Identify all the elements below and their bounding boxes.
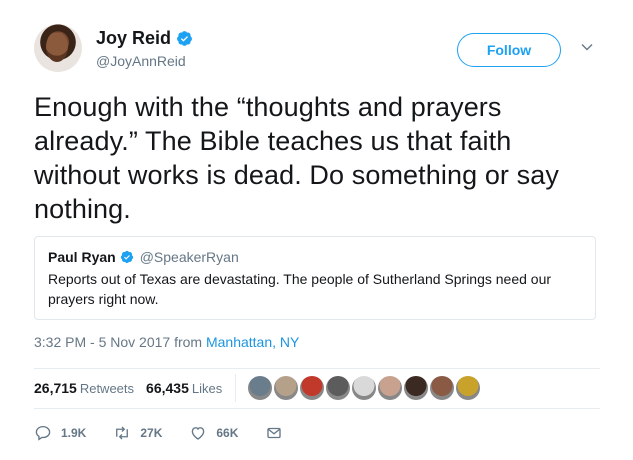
retweet-count: 27K xyxy=(140,426,163,440)
tweet-actions: 1.9K 27K 66K xyxy=(34,424,310,442)
liker-avatar[interactable] xyxy=(248,376,273,400)
quoted-tweet-text: Reports out of Texas are devastating. Th… xyxy=(48,271,552,307)
author-handle[interactable]: @JoyAnnReid xyxy=(96,53,186,69)
liker-avatar[interactable] xyxy=(430,376,455,400)
liker-avatar[interactable] xyxy=(326,376,351,400)
tweet-timestamp: 3:32 PM - 5 Nov 2017 from Manhattan, NY xyxy=(34,334,299,350)
like-count: 66K xyxy=(216,426,239,440)
timestamp-text[interactable]: 3:32 PM - 5 Nov 2017 from xyxy=(34,334,206,350)
verified-badge-icon xyxy=(177,31,192,46)
retweets-stat[interactable]: 26,715 Retweets xyxy=(34,380,134,396)
heart-icon xyxy=(192,427,205,440)
follow-button[interactable]: Follow xyxy=(457,33,561,67)
retweet-icon xyxy=(116,426,129,440)
quoted-author-handle: @SpeakerRyan xyxy=(139,249,239,265)
liker-avatar[interactable] xyxy=(404,376,429,400)
envelope-icon xyxy=(267,427,282,439)
liker-avatar[interactable] xyxy=(300,376,325,400)
quoted-author-name: Paul Ryan xyxy=(48,249,116,265)
divider xyxy=(34,408,600,409)
tweet-text: Enough with the “thoughts and prayers al… xyxy=(34,92,559,224)
reply-icon xyxy=(35,425,51,441)
quoted-tweet-header: Paul Ryan @SpeakerRyan xyxy=(48,249,583,265)
reply-count: 1.9K xyxy=(61,426,87,440)
quoted-tweet[interactable]: Paul Ryan @SpeakerRyan Reports out of Te… xyxy=(34,236,596,320)
likes-stat[interactable]: 66,435 Likes xyxy=(146,380,222,396)
author-display-name[interactable]: Joy Reid xyxy=(96,28,171,49)
retweets-count: 26,715 xyxy=(34,380,77,396)
like-button[interactable]: 66K xyxy=(189,424,238,442)
likes-label: Likes xyxy=(191,381,223,396)
retweets-label: Retweets xyxy=(79,381,135,396)
reply-button[interactable]: 1.9K xyxy=(34,424,86,442)
tweet-header: Joy Reid @JoyAnnReid Follow xyxy=(34,24,600,78)
liker-avatar[interactable] xyxy=(352,376,377,400)
liker-avatars xyxy=(248,376,481,400)
retweet-button[interactable]: 27K xyxy=(113,424,162,442)
author-name-row: Joy Reid xyxy=(96,28,193,49)
likes-count: 66,435 xyxy=(146,380,189,396)
direct-message-button[interactable] xyxy=(265,424,283,442)
chevron-down-icon[interactable] xyxy=(580,40,594,54)
location-link[interactable]: Manhattan, NY xyxy=(206,334,299,350)
stats-divider xyxy=(235,374,237,402)
author-avatar[interactable] xyxy=(34,24,82,72)
verified-badge-icon xyxy=(120,250,133,264)
engagement-stats: 26,715 Retweets 66,435 Likes xyxy=(34,369,600,407)
liker-avatar[interactable] xyxy=(456,376,481,400)
liker-avatar[interactable] xyxy=(274,376,299,400)
liker-avatar[interactable] xyxy=(378,376,403,400)
